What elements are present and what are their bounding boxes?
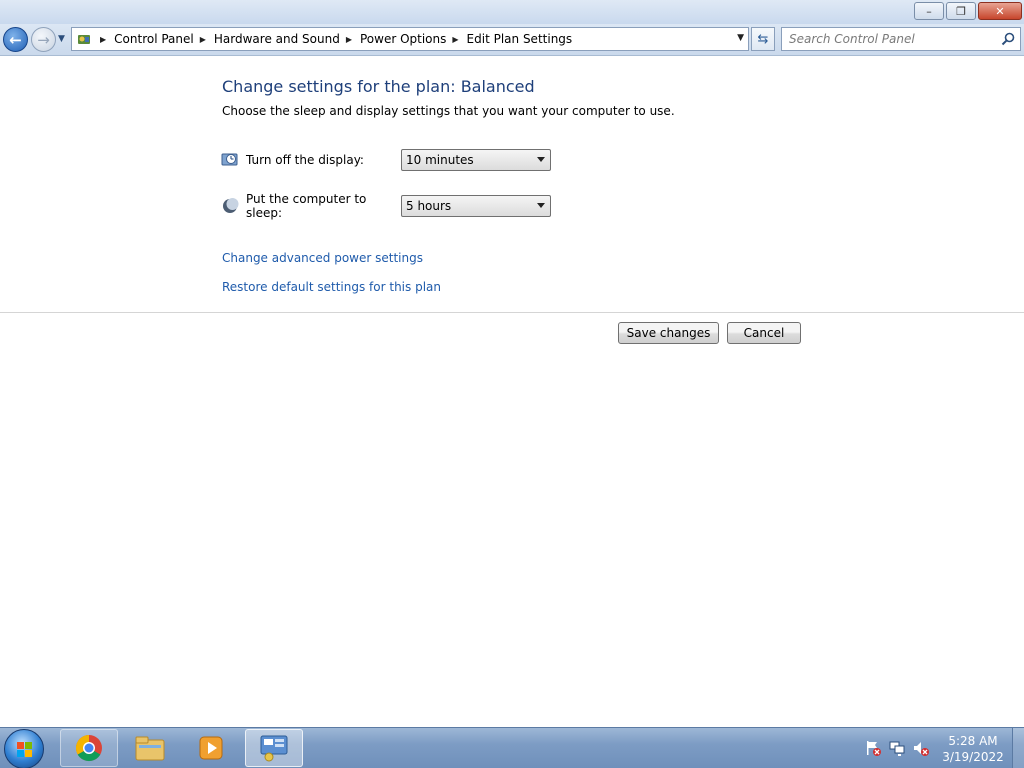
restore-icon: ❐ <box>956 4 966 18</box>
minimize-icon: – <box>926 4 932 18</box>
close-icon: ✕ <box>995 4 1005 18</box>
taskbar-explorer[interactable] <box>121 729 179 767</box>
edit-plan-settings-pane: Change settings for the plan: Balanced C… <box>0 57 1024 727</box>
cancel-button[interactable]: Cancel <box>727 322 801 344</box>
refresh-button[interactable]: ⇆ <box>751 27 775 51</box>
address-dropdown-icon[interactable]: ▼ <box>737 33 744 43</box>
close-button[interactable]: ✕ <box>978 2 1022 20</box>
forward-arrow-icon: → <box>37 30 50 49</box>
display-setting-label: Turn off the display: <box>246 153 364 167</box>
display-timeout-value: 10 minutes <box>406 153 474 167</box>
taskbar-control-panel[interactable] <box>245 729 303 767</box>
minimize-button[interactable]: – <box>914 2 944 20</box>
title-bar: – ❐ ✕ <box>0 0 1024 24</box>
save-changes-button[interactable]: Save changes <box>618 322 719 344</box>
chrome-icon <box>75 734 102 762</box>
taskbar-media-player[interactable] <box>182 729 240 767</box>
search-input[interactable] <box>782 29 992 49</box>
caption-buttons: – ❐ ✕ <box>914 2 1022 20</box>
breadcrumb-control-panel[interactable]: Control Panel <box>114 32 194 46</box>
action-center-flag-icon[interactable] <box>864 739 882 757</box>
breadcrumb-separator-icon[interactable]: ▶ <box>452 35 458 44</box>
advanced-power-settings-link[interactable]: Change advanced power settings <box>222 251 423 265</box>
chevron-down-icon <box>537 203 545 208</box>
taskbar-chrome[interactable] <box>60 729 118 767</box>
chevron-down-icon <box>537 157 545 162</box>
restore-defaults-link[interactable]: Restore default settings for this plan <box>222 280 441 294</box>
windows-logo-icon <box>17 742 32 757</box>
system-tray <box>864 739 930 757</box>
sleep-timeout-value: 5 hours <box>406 199 452 213</box>
back-button[interactable]: ← <box>3 27 28 52</box>
forward-button[interactable]: → <box>31 27 56 52</box>
media-player-icon <box>199 736 223 760</box>
control-panel-icon <box>74 29 94 49</box>
breadcrumb-power-options[interactable]: Power Options <box>360 32 446 46</box>
page-title: Change settings for the plan: Balanced <box>222 77 535 96</box>
search-icon[interactable] <box>1000 31 1016 47</box>
start-button[interactable] <box>4 729 44 768</box>
divider <box>0 312 1024 313</box>
volume-muted-icon[interactable] <box>912 739 930 757</box>
clock-date: 3/19/2022 <box>942 750 1004 764</box>
breadcrumb-separator-icon[interactable]: ▶ <box>200 35 206 44</box>
breadcrumb-hardware-and-sound[interactable]: Hardware and Sound <box>214 32 340 46</box>
breadcrumb-edit-plan-settings[interactable]: Edit Plan Settings <box>467 32 573 46</box>
control-panel-icon <box>260 735 288 762</box>
show-desktop-button[interactable] <box>1012 728 1024 768</box>
clock-time: 5:28 AM <box>948 734 998 748</box>
refresh-icon: ⇆ <box>757 31 769 47</box>
file-explorer-icon <box>135 736 165 761</box>
page-subtitle: Choose the sleep and display settings th… <box>222 104 675 118</box>
display-icon <box>221 153 238 166</box>
restore-button[interactable]: ❐ <box>946 2 976 20</box>
search-box <box>781 27 1021 51</box>
breadcrumb-separator-icon[interactable]: ▶ <box>100 35 106 44</box>
display-timeout-select[interactable]: 10 minutes <box>401 149 551 171</box>
breadcrumb-separator-icon[interactable]: ▶ <box>346 35 352 44</box>
sleep-setting-row: Put the computer to sleep: 5 hours <box>221 192 551 220</box>
address-bar[interactable]: ▶ Control Panel ▶ Hardware and Sound ▶ P… <box>71 27 749 51</box>
taskbar: 5:28 AM 3/19/2022 <box>0 727 1024 768</box>
chevron-down-icon: ▼ <box>58 34 65 44</box>
navigation-bar: ← → ▼ ▶ Control Panel ▶ Hardware and Sou… <box>0 24 1024 56</box>
recent-pages-button[interactable]: ▼ <box>58 34 65 44</box>
back-arrow-icon: ← <box>9 30 22 49</box>
sleep-icon <box>223 198 239 213</box>
display-setting-row: Turn off the display: 10 minutes <box>221 149 551 171</box>
sleep-setting-label: Put the computer to sleep: <box>246 192 367 220</box>
taskbar-clock[interactable]: 5:28 AM 3/19/2022 <box>938 733 1008 765</box>
network-icon[interactable] <box>888 739 906 757</box>
sleep-timeout-select[interactable]: 5 hours <box>401 195 551 217</box>
